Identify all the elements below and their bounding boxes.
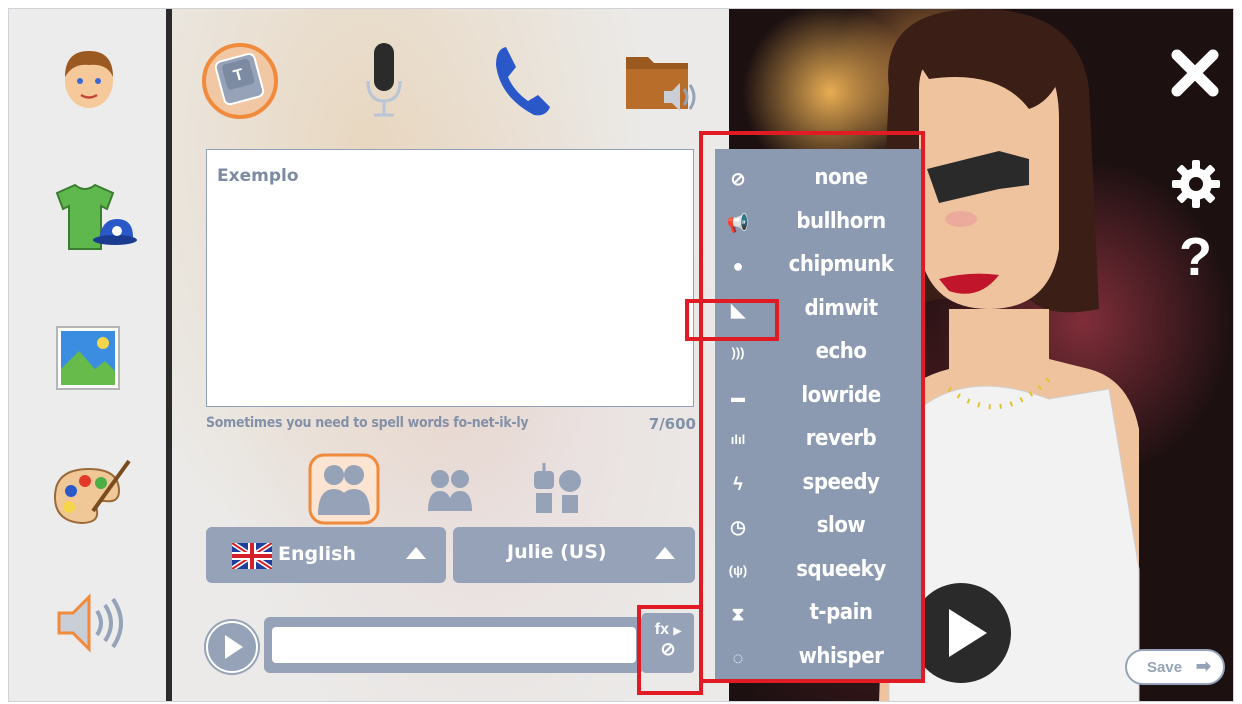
landscape-image-icon <box>56 326 120 390</box>
phonetic-hint: Sometimes you need to spell words fo-net… <box>206 415 529 431</box>
fx-item-t-pain[interactable]: ⧗ t-pain <box>715 592 923 636</box>
microphone-icon <box>366 43 402 117</box>
none-icon: ⊘ <box>730 169 746 189</box>
clothing-button[interactable] <box>49 179 137 259</box>
paint-palette-icon <box>53 459 131 525</box>
arrow-right-icon: ➡ <box>1195 656 1211 676</box>
fx-item-label: speedy <box>802 469 880 495</box>
fx-item-lowride[interactable]: ▬ lowride <box>715 375 923 419</box>
fx-button[interactable]: fx ▶ ⊘ <box>642 613 694 673</box>
lightning-icon: ϟ <box>733 473 743 494</box>
fx-item-label: lowride <box>801 382 881 408</box>
uk-flag-icon <box>232 543 272 569</box>
folder-speaker-icon <box>626 57 696 111</box>
app-window: T Exemplo Sometimes you need to spell wo… <box>8 8 1234 702</box>
fx-item-label: squeeky <box>796 556 886 582</box>
squeeky-icon: (ψ) <box>728 562 748 578</box>
audio-track <box>264 617 644 673</box>
fx-item-label: none <box>814 165 868 190</box>
preview-play-button[interactable] <box>206 621 258 673</box>
fx-menu: ⊘ none 📢 bullhorn ● chipmunk ◣ dimwit ))… <box>715 149 923 683</box>
help-button[interactable]: ? <box>1179 227 1212 287</box>
speaker-icon <box>57 593 123 653</box>
fx-item-none[interactable]: ⊘ none <box>715 157 923 201</box>
fx-item-label: dimwit <box>804 295 878 321</box>
tshirt-cap-icon <box>55 183 137 250</box>
language-dropdown[interactable]: English <box>206 527 446 583</box>
language-label: English <box>278 543 356 565</box>
hourglass-icon: ⧗ <box>731 604 745 624</box>
fx-item-label: echo <box>815 339 867 364</box>
audio-progress-field <box>272 627 636 663</box>
settings-button[interactable] <box>1171 159 1221 214</box>
phone-icon <box>496 47 550 116</box>
adults-icon <box>308 453 380 525</box>
keyboard-key-icon: T <box>202 43 278 119</box>
language-dropdown-arrow-icon <box>406 547 426 559</box>
boy-face-icon <box>65 51 113 108</box>
sidebar <box>9 9 167 701</box>
fx-item-speedy[interactable]: ϟ speedy <box>715 462 923 506</box>
gear-icon <box>1172 160 1220 208</box>
character-play-button[interactable] <box>911 583 1011 683</box>
voice-dropdown[interactable]: Julie (US) <box>453 527 695 583</box>
close-button[interactable] <box>1169 47 1221 104</box>
speech-text-input[interactable]: Exemplo <box>206 149 694 407</box>
tab-text-to-speech[interactable]: T <box>198 39 278 119</box>
fx-item-label: slow <box>816 513 866 538</box>
fx-item-chipmunk[interactable]: ● chipmunk <box>715 244 923 288</box>
reverb-wave-icon: ılıl <box>730 432 746 447</box>
close-icon <box>1171 49 1219 97</box>
tab-phone[interactable] <box>478 39 558 119</box>
voice-type-robots[interactable] <box>518 449 598 529</box>
fx-label: fx <box>654 621 670 638</box>
bullhorn-icon: 📢 <box>726 212 750 233</box>
fx-item-label: chipmunk <box>788 252 894 277</box>
voice-dropdown-arrow-icon <box>655 547 675 559</box>
fx-current-icon: ⊘ <box>660 639 676 659</box>
character-button[interactable] <box>49 37 129 117</box>
robots-icon <box>534 463 581 513</box>
echo-icon: ))) <box>731 345 745 360</box>
fx-item-echo[interactable]: ))) echo <box>715 331 923 375</box>
kids-icon <box>428 470 472 511</box>
voice-type-adults[interactable] <box>304 449 384 529</box>
chipmunk-icon: ● <box>732 256 744 276</box>
speech-panel: T Exemplo Sometimes you need to spell wo… <box>172 9 732 701</box>
speech-bubble-icon: ◌ <box>732 647 744 668</box>
fx-item-reverb[interactable]: ılıl reverb <box>715 418 923 462</box>
fx-item-dimwit[interactable]: ◣ dimwit <box>715 288 923 332</box>
fx-arrow-icon: ▶ <box>673 626 682 637</box>
background-button[interactable] <box>49 319 129 399</box>
save-label: Save <box>1147 659 1183 676</box>
dimwit-icon: ◣ <box>731 299 745 320</box>
fx-item-label: whisper <box>798 643 884 669</box>
voice-label: Julie (US) <box>507 541 607 563</box>
fx-item-whisper[interactable]: ◌ whisper <box>715 636 923 680</box>
fx-item-label: t-pain <box>809 600 873 625</box>
fx-item-label: bullhorn <box>796 208 886 234</box>
colors-button[interactable] <box>49 453 131 533</box>
fx-item-slow[interactable]: ◷ slow <box>715 505 923 549</box>
fx-item-bullhorn[interactable]: 📢 bullhorn <box>715 201 923 245</box>
fx-item-label: reverb <box>805 426 877 451</box>
lowride-car-icon: ▬ <box>731 388 745 405</box>
tab-microphone[interactable] <box>344 39 424 119</box>
fx-item-squeeky[interactable]: (ψ) squeeky <box>715 549 923 593</box>
save-button[interactable]: Save ➡ <box>1125 649 1225 685</box>
voice-button[interactable] <box>49 583 129 663</box>
character-counter: 7/600 <box>648 415 696 433</box>
tab-upload-audio[interactable] <box>618 39 698 119</box>
clock-icon: ◷ <box>730 517 746 537</box>
voice-type-kids[interactable] <box>410 449 490 529</box>
